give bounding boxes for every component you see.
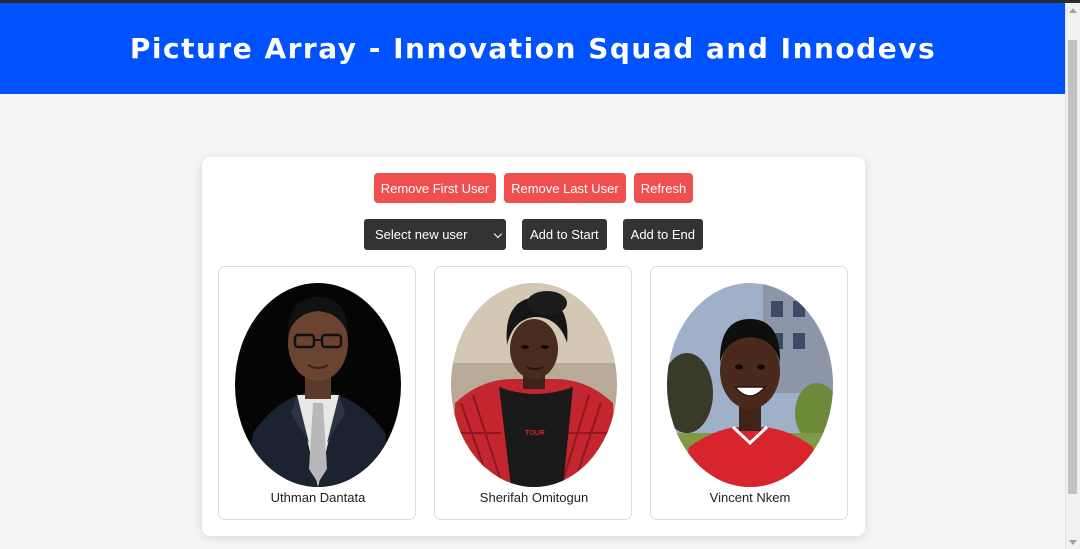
remove-first-user-button[interactable]: Remove First User [373,173,497,203]
user-card: Uthman Dantata [218,266,416,520]
page-header: Picture Array - Innovation Squad and Inn… [0,3,1066,94]
user-photo [667,283,833,487]
user-panel: Remove First User Remove Last User Refre… [202,157,865,536]
svg-text:TOUR: TOUR [525,430,545,437]
add-controls: Select new user Add to Start Add to End [202,219,865,250]
user-name: Vincent Nkem [709,490,791,505]
add-to-start-button[interactable]: Add to Start [522,219,607,250]
user-card: TOUR Sherifah Omitogun [434,266,632,520]
new-user-select[interactable]: Select new user [364,219,506,250]
user-name: Uthman Dantata [270,490,366,505]
chevron-down-icon [493,229,503,239]
remove-last-user-button[interactable]: Remove Last User [504,173,626,203]
page-title: Picture Array - Innovation Squad and Inn… [129,32,937,65]
user-photo [235,283,401,487]
user-name: Sherifah Omitogun [479,490,589,505]
remove-controls: Remove First User Remove Last User Refre… [202,173,865,203]
scroll-up-icon[interactable] [1069,8,1077,13]
add-to-end-button[interactable]: Add to End [622,219,703,250]
portrait-man-glasses-suit [235,283,401,487]
scrollbar-thumb[interactable] [1068,40,1077,494]
refresh-button[interactable]: Refresh [633,173,694,203]
vertical-scrollbar[interactable] [1065,3,1080,549]
portrait-woman-headwrap: TOUR [451,283,617,487]
scroll-down-icon[interactable] [1069,540,1077,545]
user-card: Vincent Nkem [650,266,848,520]
user-photo: TOUR [451,283,617,487]
portrait-young-man-smiling [667,283,833,487]
user-card-list: Uthman Dantata TOUR Sherifah Omitogun Vi… [218,266,850,521]
new-user-select-value: Select new user [375,227,468,242]
